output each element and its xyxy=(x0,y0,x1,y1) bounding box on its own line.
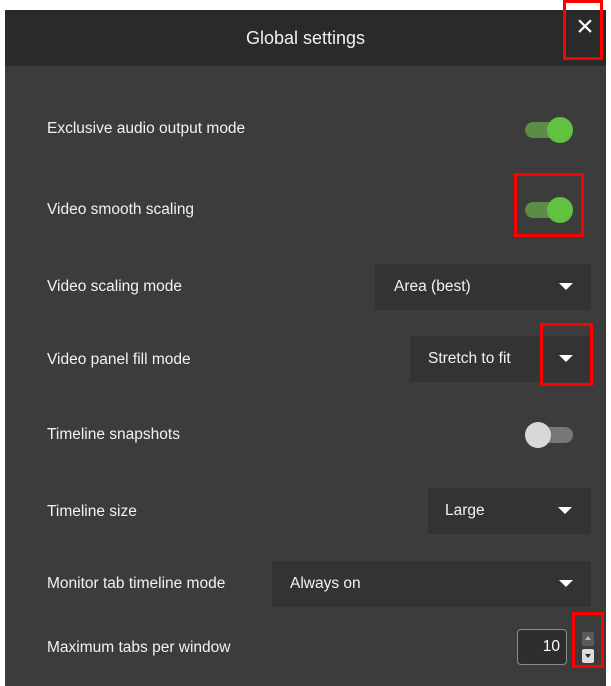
settings-panel: Global settings Exclusive audio output m… xyxy=(5,10,606,686)
monitor-timeline-mode-label: Monitor tab timeline mode xyxy=(47,575,226,592)
timeline-size-select[interactable]: Large xyxy=(428,488,591,534)
timeline-snapshots-label: Timeline snapshots xyxy=(47,426,180,443)
select-value: Area (best) xyxy=(394,278,471,295)
highlight-box xyxy=(572,612,604,668)
exclusive-audio-toggle[interactable] xyxy=(523,114,573,144)
max-tabs-label: Maximum tabs per window xyxy=(47,639,231,656)
chevron-down-icon xyxy=(559,580,573,587)
video-panel-fill-label: Video panel fill mode xyxy=(47,351,191,368)
chevron-up-icon xyxy=(585,636,591,640)
toggle-knob xyxy=(547,117,573,143)
video-scaling-mode-select[interactable]: Area (best) xyxy=(375,264,591,310)
chevron-down-icon xyxy=(558,507,572,514)
toggle-knob xyxy=(525,422,551,448)
select-value: Large xyxy=(445,502,485,519)
max-tabs-input[interactable]: 10 xyxy=(517,629,567,665)
video-scaling-mode-label: Video scaling mode xyxy=(47,278,182,295)
select-value: Stretch to fit xyxy=(428,350,511,367)
global-settings-dialog: Global settings Exclusive audio output m… xyxy=(0,0,611,686)
monitor-timeline-mode-select[interactable]: Always on xyxy=(272,561,591,607)
chevron-down-icon xyxy=(559,283,573,290)
select-value: Always on xyxy=(290,575,361,592)
close-button[interactable]: × xyxy=(563,0,603,60)
max-tabs-value: 10 xyxy=(542,638,560,655)
chevron-down-icon xyxy=(585,654,591,658)
video-smooth-scaling-toggle[interactable] xyxy=(523,194,573,224)
exclusive-audio-label: Exclusive audio output mode xyxy=(47,120,246,137)
decrement-button[interactable] xyxy=(582,649,594,663)
title-bar: Global settings xyxy=(5,10,606,66)
dialog-title: Global settings xyxy=(245,28,366,48)
close-icon: × xyxy=(576,10,594,43)
toggle-knob xyxy=(547,197,573,223)
increment-button[interactable] xyxy=(582,632,594,646)
highlight-box xyxy=(540,323,593,386)
timeline-size-label: Timeline size xyxy=(47,503,137,520)
video-smooth-scaling-label: Video smooth scaling xyxy=(47,201,195,218)
timeline-snapshots-toggle[interactable] xyxy=(525,419,573,449)
